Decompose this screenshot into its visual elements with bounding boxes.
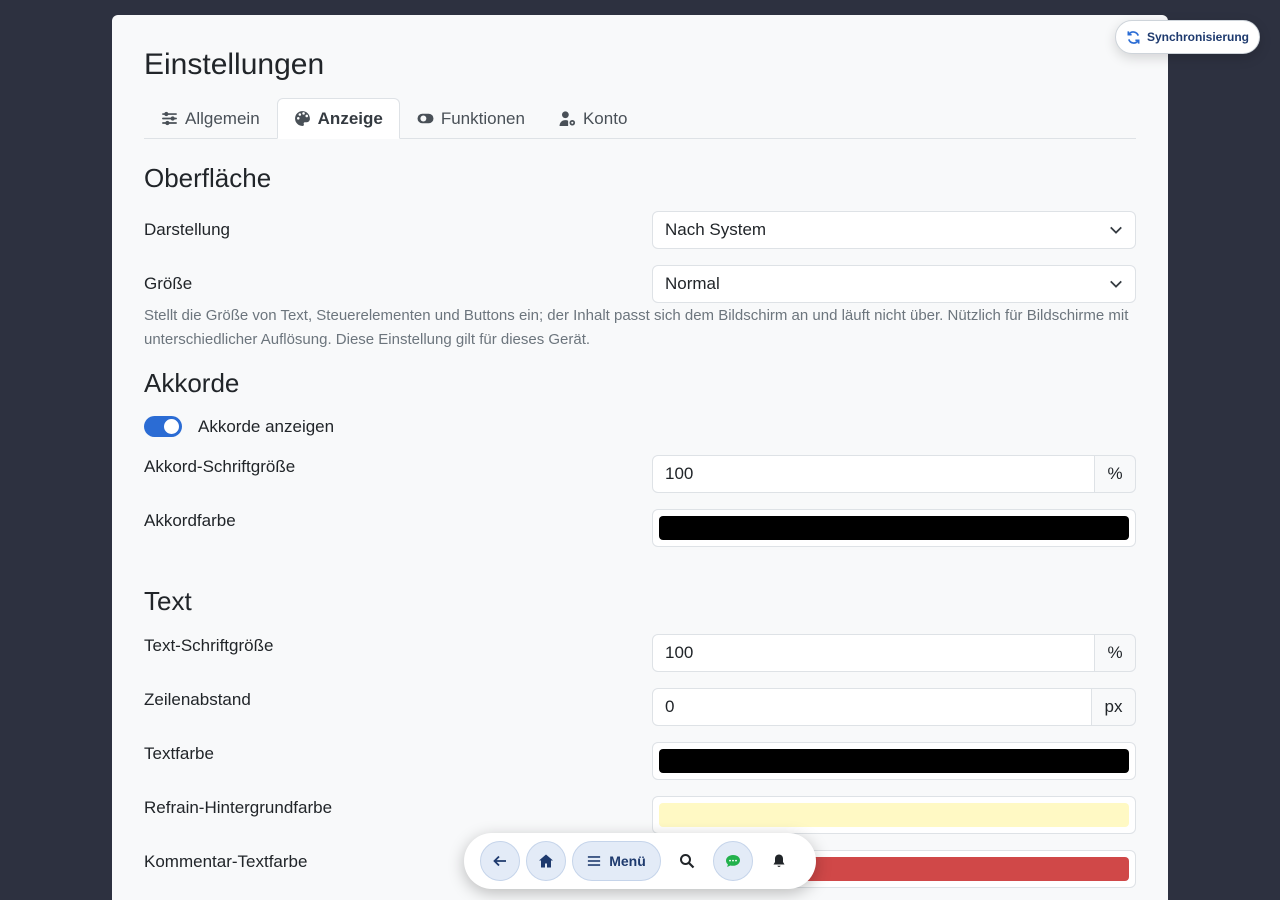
- refrain-bg-picker[interactable]: [652, 796, 1136, 834]
- tab-allgemein[interactable]: Allgemein: [144, 98, 277, 139]
- text-color-swatch: [659, 749, 1129, 773]
- chord-font-size-input[interactable]: 100: [652, 455, 1095, 493]
- appearance-select[interactable]: Nach System: [652, 211, 1136, 249]
- tab-anzeige[interactable]: Anzeige: [276, 98, 400, 139]
- sync-button[interactable]: Synchronisierung: [1115, 20, 1260, 54]
- show-chords-toggle[interactable]: [144, 416, 182, 437]
- toggle-icon: [417, 113, 434, 124]
- menu-icon: [588, 856, 601, 866]
- section-title-surface: Oberfläche: [144, 163, 272, 193]
- chord-font-size-group: 100 %: [652, 455, 1136, 493]
- menu-label: Menü: [609, 853, 646, 869]
- tab-label: Funktionen: [440, 108, 525, 128]
- chord-font-size-label: Akkord-Schriftgröße: [144, 457, 296, 476]
- settings-card: Einstellungen Allgemein Anzeige Funktion…: [112, 15, 1168, 900]
- chevron-down-icon: [1110, 226, 1122, 234]
- chat-icon: [726, 855, 740, 867]
- search-button[interactable]: [667, 841, 707, 881]
- refrain-bg-label: Refrain-Hintergrundfarbe: [144, 798, 333, 817]
- setting-row-text-color: Textfarbe: [144, 742, 1136, 780]
- size-value: Normal: [665, 274, 720, 293]
- line-spacing-input[interactable]: 0: [652, 688, 1092, 726]
- show-chords-label: Akkorde anzeigen: [198, 416, 335, 436]
- size-help-text: Stellt die Größe von Text, Steuerelement…: [144, 307, 1129, 348]
- chord-color-picker[interactable]: [652, 509, 1136, 547]
- home-icon: [539, 854, 553, 868]
- bell-icon: [773, 854, 785, 868]
- tab-konto[interactable]: Konto: [542, 98, 644, 139]
- search-icon: [680, 854, 695, 869]
- palette-icon: [294, 111, 310, 126]
- size-select[interactable]: Normal: [652, 265, 1136, 303]
- setting-row-appearance: Darstellung Nach System: [144, 211, 1136, 249]
- user-cog-icon: [559, 111, 576, 126]
- line-spacing-unit: px: [1092, 688, 1136, 726]
- settings-tabs: Allgemein Anzeige Funktionen Konto: [144, 98, 1136, 139]
- setting-row-show-chords: Akkorde anzeigen: [144, 416, 1136, 437]
- chord-font-size-unit: %: [1095, 455, 1136, 493]
- home-button[interactable]: [526, 841, 566, 881]
- tab-funktionen[interactable]: Funktionen: [400, 98, 542, 139]
- sync-label: Synchronisierung: [1146, 30, 1250, 44]
- setting-row-text-font-size: Text-Schriftgröße 100 %: [144, 634, 1136, 672]
- chord-color-label: Akkordfarbe: [144, 511, 236, 530]
- setting-row-size: Größe Normal: [144, 265, 1136, 303]
- setting-row-refrain-bg: Refrain-Hintergrundfarbe: [144, 796, 1136, 834]
- tab-label: Allgemein: [185, 108, 260, 128]
- chevron-down-icon: [1110, 280, 1122, 288]
- menu-button[interactable]: Menü: [572, 841, 661, 881]
- tab-label: Anzeige: [317, 108, 383, 128]
- notifications-button[interactable]: [759, 841, 799, 881]
- page-title: Einstellungen: [144, 48, 325, 81]
- setting-row-chord-color: Akkordfarbe: [144, 509, 1136, 547]
- bottom-navigation-bar: Menü: [464, 833, 816, 889]
- text-font-size-unit: %: [1095, 634, 1136, 672]
- line-spacing-group: 0 px: [652, 688, 1136, 726]
- chord-color-swatch: [659, 516, 1129, 540]
- arrow-left-icon: [493, 855, 506, 867]
- back-button[interactable]: [480, 841, 520, 881]
- appearance-label: Darstellung: [144, 220, 230, 239]
- tab-label: Konto: [582, 108, 628, 128]
- text-font-size-group: 100 %: [652, 634, 1136, 672]
- text-font-size-input[interactable]: 100: [652, 634, 1095, 672]
- line-spacing-label: Zeilenabstand: [144, 690, 251, 709]
- text-color-label: Textfarbe: [144, 744, 214, 763]
- section-title-text: Text: [144, 586, 192, 616]
- setting-row-line-spacing: Zeilenabstand 0 px: [144, 688, 1136, 726]
- refrain-bg-swatch: [659, 803, 1129, 827]
- sync-icon: [1127, 30, 1140, 44]
- sliders-icon: [162, 111, 177, 126]
- comment-color-label: Kommentar-Textfarbe: [144, 852, 308, 871]
- size-label: Größe: [144, 274, 193, 293]
- section-title-chords: Akkorde: [144, 368, 240, 398]
- setting-row-chord-font-size: Akkord-Schriftgröße 100 %: [144, 455, 1136, 493]
- text-font-size-label: Text-Schriftgröße: [144, 636, 274, 655]
- text-color-picker[interactable]: [652, 742, 1136, 780]
- appearance-value: Nach System: [665, 220, 767, 239]
- chat-button[interactable]: [713, 841, 753, 881]
